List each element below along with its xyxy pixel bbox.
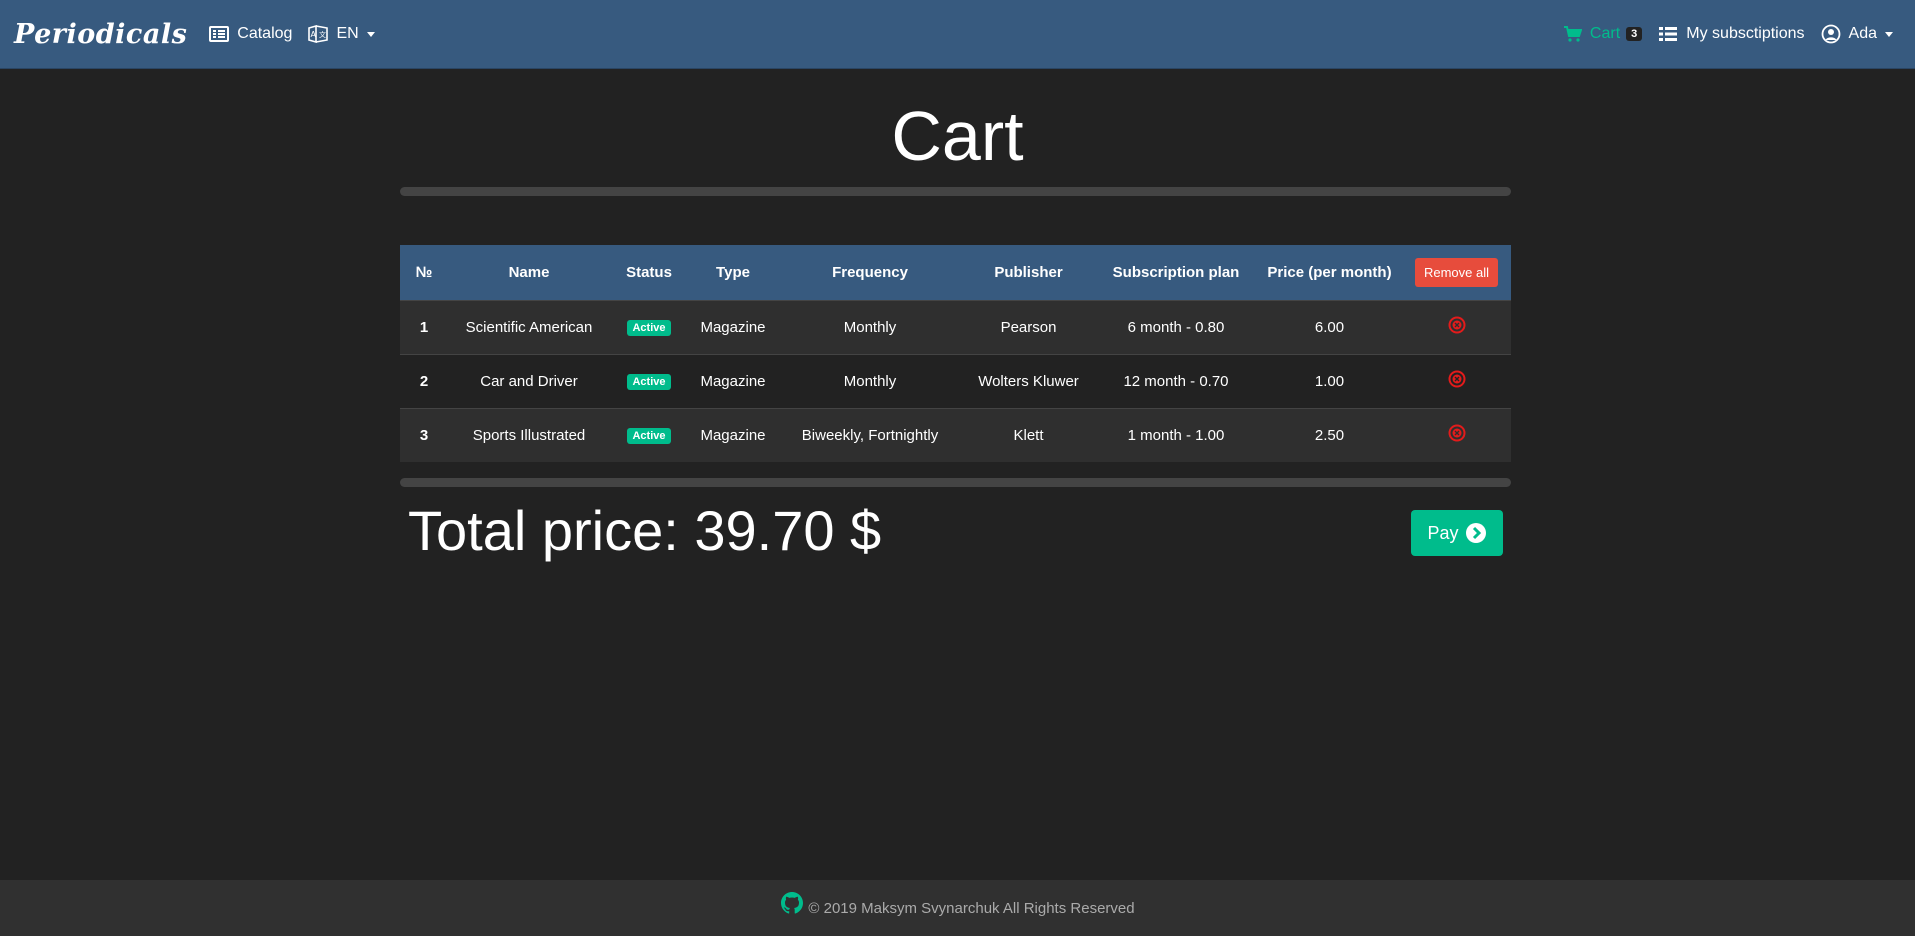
row-frequency: Biweekly, Fortnightly [801,426,939,444]
row-plan: 6 month - 0.80 [1127,318,1225,336]
nav-cart-link[interactable]: Cart 3 [1563,25,1643,43]
row-actions [1402,354,1511,408]
divider-bottom [400,478,1511,487]
page-title: Cart [891,97,1024,175]
row-status: Active [610,408,688,462]
list-icon [1659,27,1678,41]
pay-button[interactable]: Pay [1411,510,1503,556]
row-num: 2 [419,372,429,390]
row-publisher: Pearson [1000,318,1057,336]
navbar: Periodicals Catalog A 文 EN Cart 3 My sub… [0,0,1915,69]
user-circle-icon [1821,24,1840,44]
header-actions: Remove all [1402,245,1511,300]
language-label: EN [336,25,359,42]
cart-table: № Name Status Type Frequency Publisher S… [400,245,1511,462]
nav-subscriptions-label: My subsctiptions [1686,25,1805,42]
chevron-down-icon [366,31,375,37]
nav-catalog-label: Catalog [237,25,293,42]
remove-item-icon[interactable] [1448,424,1466,446]
nav-catalog-link[interactable]: Catalog [209,25,292,43]
row-frequency: Monthly [843,372,897,390]
header-status: Status [626,263,672,281]
svg-text:文: 文 [319,30,326,39]
user-dropdown[interactable]: Ada [1821,24,1893,44]
total-price: Total price: 39.70 $ [408,499,882,562]
nav-left: Catalog A 文 EN [209,25,390,43]
row-actions [1402,300,1511,354]
brand-logo[interactable]: Periodicals [14,19,187,50]
catalog-icon [209,26,230,42]
nav-subscriptions-link[interactable]: My subsctiptions [1658,25,1805,43]
footer-copyright: © 2019 Maksym Svynarchuk All Rights Rese… [808,899,1135,917]
header-plan: Subscription plan [1112,263,1240,281]
language-dropdown[interactable]: A 文 EN [308,25,375,43]
row-frequency: Monthly [843,318,897,336]
header-frequency: Frequency [832,263,908,281]
row-price: 1.00 [1314,372,1345,390]
nav-cart-label: Cart [1589,25,1621,42]
table-row: 3 Sports Illustrated Active Magazine Biw… [400,408,1511,462]
row-type: Magazine [700,426,766,444]
table-row: 1 Scientific American Active Magazine Mo… [400,300,1511,354]
nav-right: Cart 3 My subsctiptions Ada [1548,24,1893,44]
row-name: Sports Illustrated [472,426,586,444]
header-name: Name [508,263,550,281]
chevron-circle-right-icon [1465,523,1486,543]
cart-icon [1563,26,1582,42]
chevron-down-icon [1885,31,1893,37]
row-status: Active [610,354,688,408]
row-actions [1402,408,1511,462]
row-plan: 1 month - 1.00 [1127,426,1225,444]
row-type: Magazine [700,318,766,336]
remove-item-icon[interactable] [1448,316,1466,338]
row-name: Car and Driver [480,372,578,390]
row-plan: 12 month - 0.70 [1123,372,1229,390]
footer: © 2019 Maksym Svynarchuk All Rights Rese… [0,880,1915,936]
table-row: 2 Car and Driver Active Magazine Monthly… [400,354,1511,408]
header-num: № [415,263,433,281]
row-price: 6.00 [1314,318,1345,336]
header-price: Price (per month) [1267,263,1392,281]
row-name: Scientific American [465,318,593,336]
cart-table-container: № Name Status Type Frequency Publisher S… [400,245,1511,462]
language-icon: A 文 [308,25,329,43]
row-publisher: Klett [1013,426,1044,444]
svg-text:A: A [311,30,317,39]
cart-count-badge: 3 [1626,27,1643,41]
user-label: Ada [1848,25,1877,42]
remove-item-icon[interactable] [1448,370,1466,392]
remove-all-button[interactable]: Remove all [1414,257,1499,287]
header-publisher: Publisher [994,263,1063,281]
row-price: 2.50 [1314,426,1345,444]
pay-label: Pay [1427,522,1459,543]
table-header-row: № Name Status Type Frequency Publisher S… [400,245,1511,300]
row-publisher: Wolters Kluwer [978,372,1079,390]
divider-top [400,187,1511,196]
github-icon[interactable] [780,891,804,915]
status-badge: Active [627,320,671,336]
row-num: 1 [419,318,429,336]
status-badge: Active [627,428,671,445]
row-num: 3 [419,426,429,444]
row-status: Active [610,300,688,354]
header-type: Type [716,263,750,281]
status-badge: Active [627,374,671,390]
row-type: Magazine [700,372,766,390]
